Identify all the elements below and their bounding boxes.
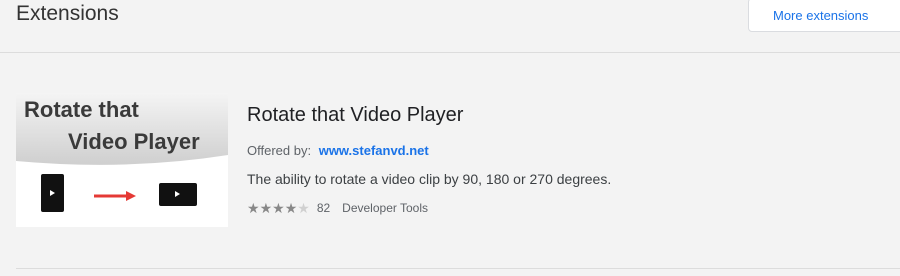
rating-stars: ★ ★ ★ ★ ★ bbox=[247, 201, 310, 215]
star-filled-icon: ★ bbox=[284, 200, 298, 216]
landscape-player-icon bbox=[159, 183, 197, 206]
extension-meta: ★ ★ ★ ★ ★ 82 Developer Tools bbox=[247, 201, 428, 215]
star-empty-icon: ★ bbox=[297, 200, 310, 216]
star-filled-icon: ★ bbox=[259, 200, 273, 216]
thumbnail-graphic: Rotate that Video Player bbox=[16, 93, 228, 212]
rating-count: 82 bbox=[316, 201, 331, 215]
star-filled-icon: ★ bbox=[272, 200, 285, 216]
page-title: Extensions bbox=[16, 2, 119, 25]
thumbnail-title-line1: Rotate that bbox=[24, 97, 140, 122]
extension-thumbnail[interactable]: Rotate that Video Player bbox=[16, 93, 228, 227]
page-header: Extensions More extensions bbox=[0, 0, 900, 53]
thumbnail-title-line2: Video Player bbox=[68, 129, 200, 154]
more-extensions-button[interactable]: More extensions bbox=[748, 0, 900, 32]
offered-by-link[interactable]: www.stefanvd.net bbox=[319, 143, 429, 158]
extension-description: The ability to rotate a video clip by 90… bbox=[247, 171, 612, 187]
extension-card[interactable]: Rotate that Video Player Rotate that Vid… bbox=[16, 93, 900, 233]
offered-by: Offered by: www.stefanvd.net bbox=[247, 143, 429, 158]
arrow-right-icon bbox=[94, 191, 136, 201]
offered-by-label: Offered by: bbox=[247, 143, 312, 158]
divider bbox=[16, 268, 900, 269]
star-filled-icon: ★ bbox=[247, 200, 260, 216]
extension-name[interactable]: Rotate that Video Player bbox=[247, 104, 463, 127]
portrait-player-icon bbox=[41, 174, 64, 212]
extension-category[interactable]: Developer Tools bbox=[342, 201, 428, 215]
